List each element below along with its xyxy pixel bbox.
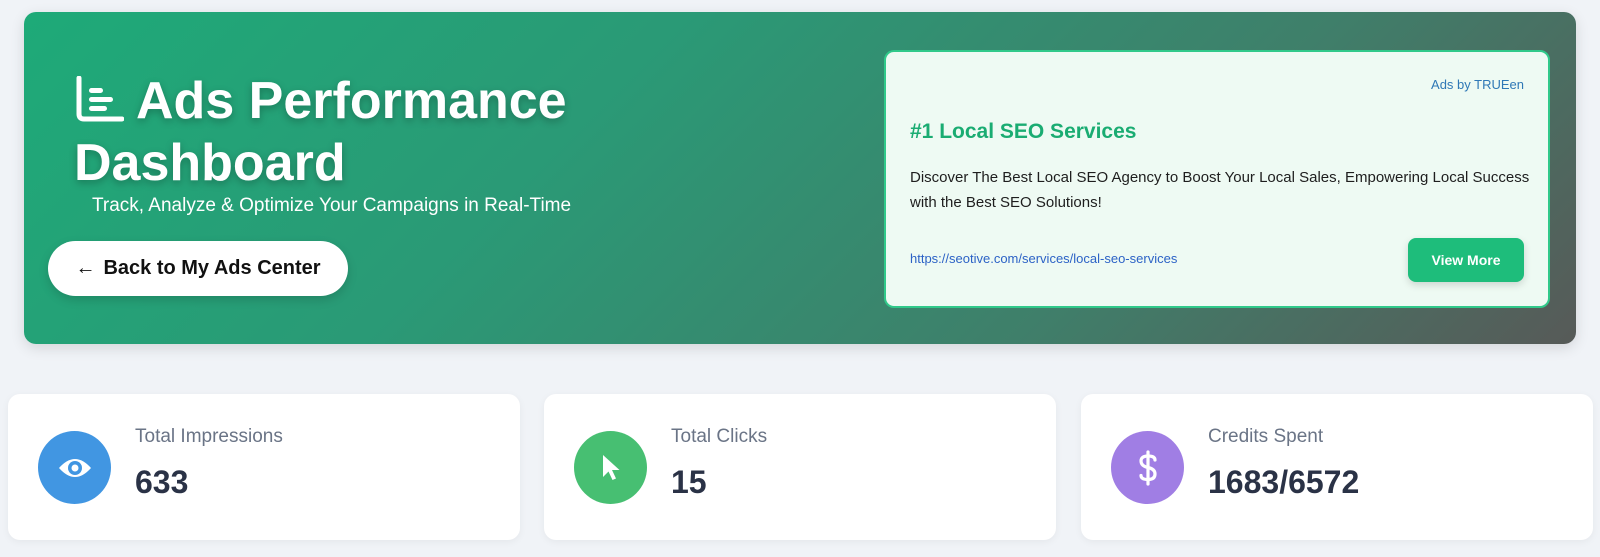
stat-value: 1683/6572 [1208,464,1360,500]
ad-description: Discover The Best Local SEO Agency to Bo… [910,169,1530,211]
stat-card-credits: Credits Spent 1683/6572 [1081,394,1593,540]
ad-attribution: Ads by TRUEen [1431,77,1524,92]
eye-icon [38,431,111,504]
cursor-icon [574,431,647,504]
chart-bar-icon [74,75,125,134]
stat-card-clicks: Total Clicks 15 [544,394,1056,540]
sponsored-ad-card: Ads by TRUEen #1 Local SEO Services Disc… [884,50,1550,308]
stat-value: 15 [671,464,707,500]
dollar-icon [1111,431,1184,504]
view-more-button[interactable]: View More [1408,238,1524,282]
page-title-text: Ads Performance Dashboard [74,72,567,192]
stat-card-impressions: Total Impressions 633 [8,394,520,540]
stat-value: 633 [135,464,189,500]
stat-label: Credits Spent [1208,426,1324,447]
stat-label: Total Clicks [671,426,768,447]
back-to-ads-center-button[interactable]: ← Back to My Ads Center [48,241,348,296]
page-title: Ads Performance Dashboard [74,72,634,192]
page-subtitle: Track, Analyze & Optimize Your Campaigns… [92,195,572,216]
ad-title: #1 Local SEO Services [910,120,1137,143]
back-button-label: Back to My Ads Center [103,257,321,279]
arrow-left-icon: ← [75,257,96,279]
stat-label: Total Impressions [135,426,283,447]
ad-link[interactable]: https://seotive.com/services/local-seo-s… [910,251,1177,266]
